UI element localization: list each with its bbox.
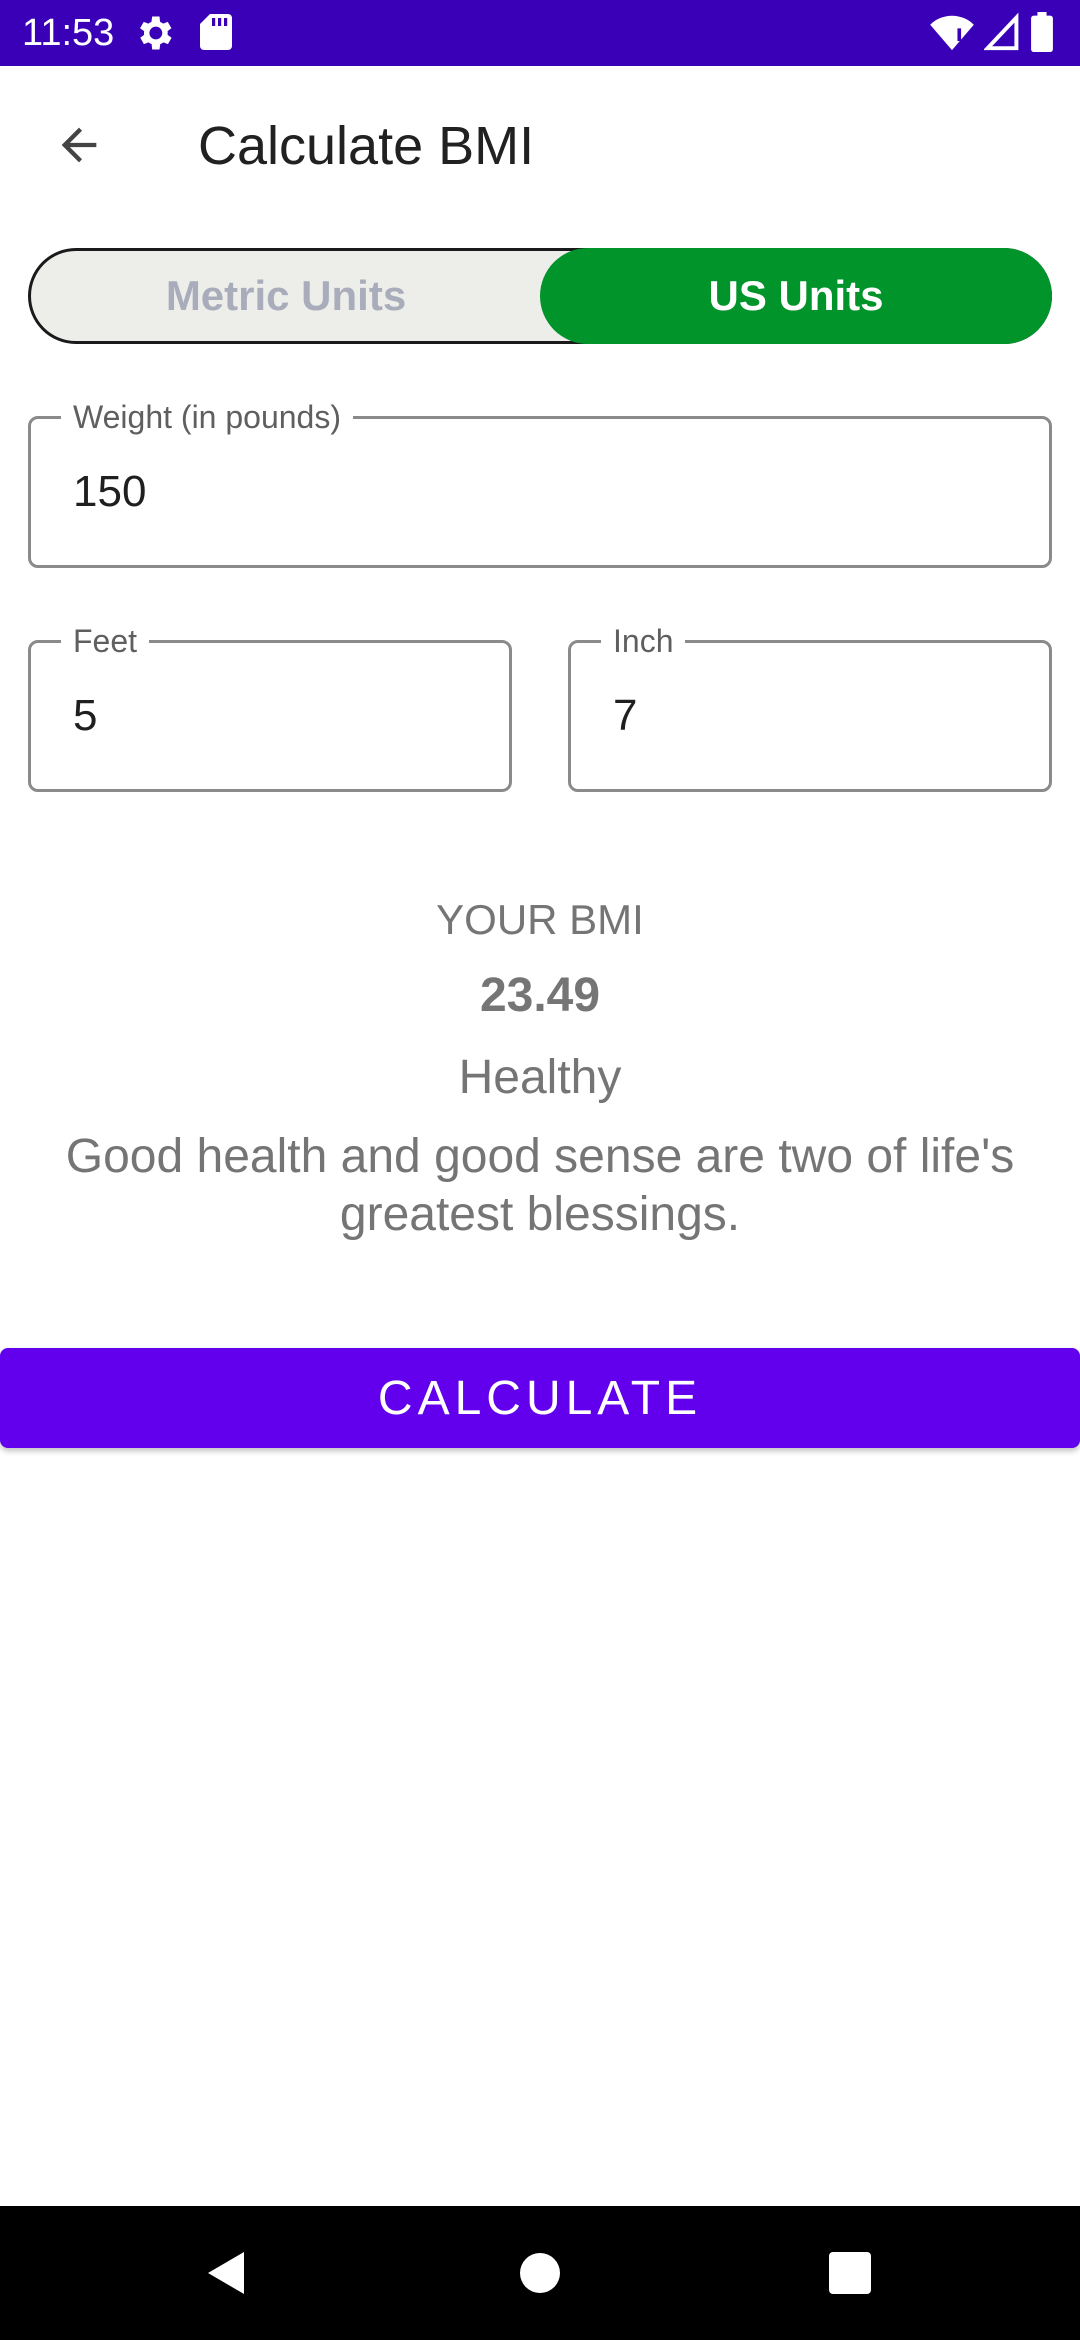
bmi-status: Healthy bbox=[458, 1051, 622, 1104]
nav-back-icon bbox=[208, 2252, 244, 2294]
nav-recents-icon bbox=[829, 2252, 871, 2294]
bmi-result-value: 23.49 bbox=[479, 969, 601, 1022]
feet-field-value[interactable]: 5 bbox=[73, 643, 97, 789]
status-bar: 11:53 bbox=[0, 0, 1080, 66]
inch-field[interactable]: Inch 7 bbox=[568, 621, 1052, 792]
nav-home-icon bbox=[520, 2253, 560, 2293]
nav-back-button[interactable] bbox=[156, 2206, 296, 2340]
us-units-tab[interactable]: US Units bbox=[540, 248, 1052, 344]
metric-units-tab[interactable]: Metric Units bbox=[31, 251, 541, 341]
navigation-bar bbox=[0, 2206, 1080, 2340]
weight-field-value[interactable]: 150 bbox=[73, 419, 146, 565]
app-bar: Calculate BMI bbox=[0, 66, 1080, 226]
feet-field[interactable]: Feet 5 bbox=[28, 621, 512, 792]
back-button[interactable] bbox=[44, 110, 114, 180]
calculate-button[interactable]: CALCULATE bbox=[0, 1348, 1080, 1448]
sd-card-icon bbox=[200, 14, 232, 50]
bmi-quote: Good health and good sense are two of li… bbox=[65, 1130, 1015, 1241]
nav-recents-button[interactable] bbox=[780, 2206, 920, 2340]
nav-home-button[interactable] bbox=[470, 2206, 610, 2340]
battery-icon bbox=[1031, 12, 1053, 52]
page-title: Calculate BMI bbox=[198, 116, 535, 176]
weight-field[interactable]: Weight (in pounds) 150 bbox=[28, 397, 1052, 568]
signal-icon bbox=[984, 12, 1019, 51]
status-time: 11:53 bbox=[22, 12, 115, 54]
gear-icon bbox=[140, 16, 172, 50]
arrow-back-icon bbox=[61, 127, 97, 163]
inch-field-value[interactable]: 7 bbox=[613, 643, 637, 789]
bmi-result-label: YOUR BMI bbox=[436, 896, 644, 943]
wifi-icon bbox=[930, 15, 974, 51]
